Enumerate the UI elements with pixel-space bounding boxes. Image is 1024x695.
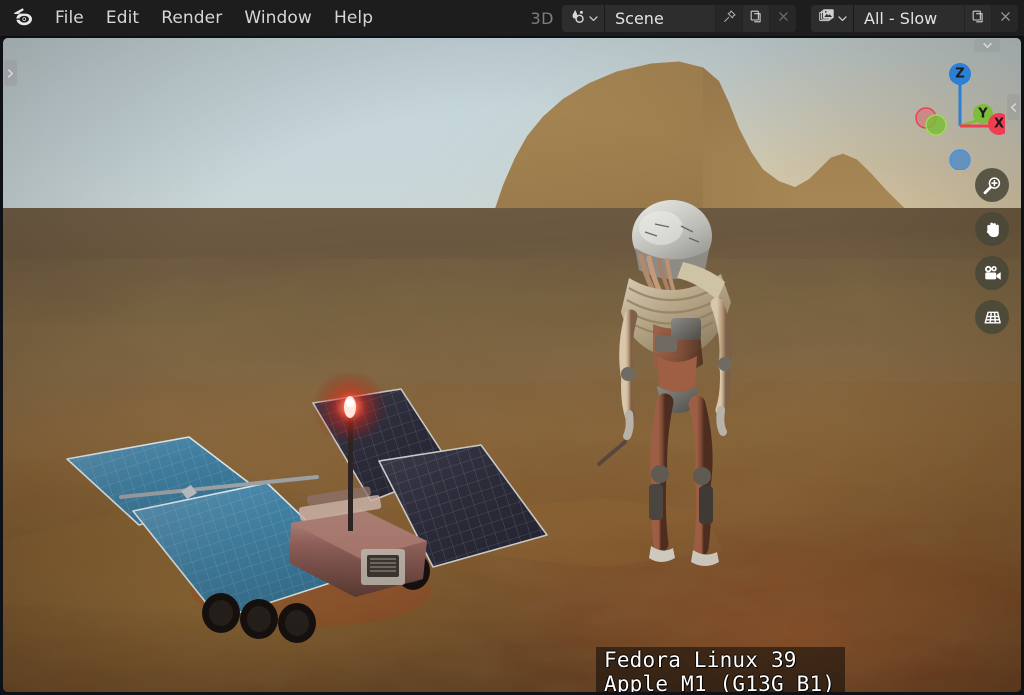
hud-cpu-value: Apple M1 (G13G B1) bbox=[604, 671, 836, 692]
hud-line-os: Fedora Linux 39 bbox=[604, 648, 835, 673]
system-info-overlay: Fedora Linux 39 Apple M1 (G13G B1) Exe n… bbox=[596, 647, 846, 692]
view-layer-remove-button[interactable] bbox=[991, 4, 1018, 32]
scene-browse-button[interactable] bbox=[562, 4, 605, 32]
viewport-tool-buttons bbox=[975, 168, 1009, 334]
chevron-down-icon bbox=[837, 9, 848, 28]
camera-view-button[interactable] bbox=[975, 256, 1009, 290]
unlink-x-icon bbox=[998, 9, 1013, 28]
robot-held-rod bbox=[597, 440, 627, 466]
scene-name-field[interactable]: Scene bbox=[605, 4, 715, 32]
robot-left-arm bbox=[619, 309, 638, 440]
gizmo-label-y: Y bbox=[977, 107, 988, 122]
view-layer-name-field[interactable]: All - Slow bbox=[854, 4, 964, 32]
menu-window[interactable]: Window bbox=[233, 4, 323, 32]
scene-selector: Scene bbox=[562, 4, 796, 32]
pan-viewport-button[interactable] bbox=[975, 212, 1009, 246]
hud-os-value: Fedora Linux 39 bbox=[604, 648, 797, 672]
open-header-region[interactable] bbox=[974, 39, 1000, 52]
new-datablock-icon bbox=[971, 9, 986, 28]
menu-render[interactable]: Render bbox=[150, 4, 233, 32]
scene-pin-button[interactable] bbox=[715, 4, 742, 32]
camera-icon bbox=[984, 265, 1001, 280]
blender-window: File Edit Render Window Help 3D Scene Al… bbox=[0, 0, 1024, 695]
grid-icon bbox=[984, 311, 1001, 324]
gizmo-axis-neg-y[interactable] bbox=[925, 114, 947, 136]
editor-type-label: 3D bbox=[530, 8, 554, 28]
zoom-viewport-button[interactable] bbox=[975, 168, 1009, 202]
view-layer-new-button[interactable] bbox=[964, 4, 991, 32]
top-bar: File Edit Render Window Help 3D Scene Al… bbox=[0, 0, 1024, 37]
view-layer-selector: All - Slow bbox=[811, 4, 1018, 32]
open-toolbar-region[interactable] bbox=[4, 60, 17, 86]
hud-line-cpu: Apple M1 (G13G B1) bbox=[604, 671, 836, 692]
mars-rover bbox=[66, 373, 548, 643]
navigation-gizmo[interactable]: Z Y X bbox=[909, 52, 1005, 170]
toggle-orthographic-button[interactable] bbox=[975, 300, 1009, 334]
new-datablock-icon bbox=[749, 9, 764, 28]
gizmo-label-x: X bbox=[994, 117, 1004, 132]
humanoid-robot bbox=[597, 200, 733, 566]
hand-icon bbox=[986, 222, 999, 237]
robot-legs bbox=[649, 393, 719, 566]
chevron-down-icon bbox=[588, 9, 599, 28]
scene-unlink-button[interactable] bbox=[769, 4, 796, 32]
chevron-right-icon bbox=[7, 68, 14, 78]
gizmo-axis-neg-z[interactable] bbox=[949, 149, 971, 170]
chevron-left-icon bbox=[1010, 102, 1017, 112]
viewport-3d[interactable]: Z Y X Fedora Linux 39 Apple M1 (G13G B1) bbox=[3, 38, 1021, 692]
render-layers-icon bbox=[818, 8, 835, 29]
menu-help[interactable]: Help bbox=[323, 4, 384, 32]
menu-file[interactable]: File bbox=[44, 4, 95, 32]
chevron-down-icon bbox=[982, 42, 992, 49]
blender-logo-icon[interactable] bbox=[8, 3, 38, 33]
scene-new-button[interactable] bbox=[742, 4, 769, 32]
scene-data-icon bbox=[569, 8, 586, 29]
view-layer-browse-button[interactable] bbox=[811, 4, 854, 32]
robot-right-arm bbox=[710, 297, 733, 436]
open-sidebar-region[interactable] bbox=[1007, 94, 1020, 120]
zoom-in-icon bbox=[983, 176, 1000, 194]
pin-icon bbox=[722, 9, 737, 28]
unlink-x-icon bbox=[776, 9, 791, 28]
gizmo-label-z: Z bbox=[955, 67, 964, 82]
menu-edit[interactable]: Edit bbox=[95, 4, 150, 32]
